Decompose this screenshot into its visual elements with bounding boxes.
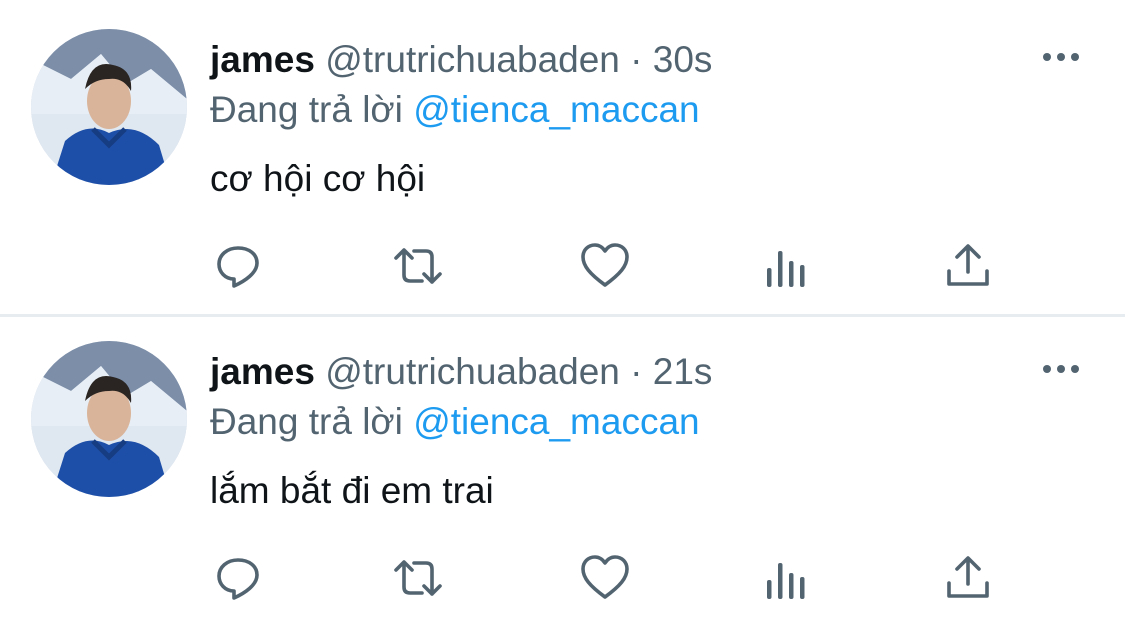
avatar[interactable]	[31, 341, 187, 497]
avatar[interactable]	[31, 29, 187, 185]
replying-to: Đang trả lời @tienca_maccan	[210, 400, 700, 444]
like-button[interactable]	[580, 241, 630, 291]
analytics-button[interactable]	[762, 241, 812, 291]
analytics-button[interactable]	[762, 553, 812, 603]
retweet-button[interactable]	[393, 241, 443, 291]
like-icon	[581, 243, 629, 287]
more-icon	[1043, 365, 1079, 373]
avatar-photo	[31, 341, 187, 497]
more-options-button[interactable]	[1040, 44, 1082, 70]
replying-to: Đang trả lời @tienca_maccan	[210, 88, 700, 132]
share-button[interactable]	[943, 241, 993, 291]
user-handle[interactable]: @trutrichuabaden	[325, 351, 620, 392]
avatar-photo	[31, 29, 187, 185]
tweet[interactable]: james @trutrichuabaden · 21s Đang trả lờ…	[0, 312, 1125, 624]
share-icon	[947, 556, 989, 598]
analytics-icon	[767, 251, 805, 287]
display-name[interactable]: james	[210, 351, 315, 392]
tweet-text: lắm bắt đi em trai	[210, 470, 494, 511]
mention-link[interactable]: @tienca_maccan	[413, 401, 699, 442]
retweet-icon	[394, 248, 442, 284]
reply-button[interactable]	[213, 553, 263, 603]
more-options-button[interactable]	[1040, 356, 1082, 382]
tweet-actions	[0, 553, 1125, 603]
reply-button[interactable]	[213, 241, 263, 291]
tweet-header: james @trutrichuabaden · 30s	[210, 38, 712, 82]
display-name[interactable]: james	[210, 39, 315, 80]
reply-icon	[217, 558, 259, 600]
tweet[interactable]: james @trutrichuabaden · 30s Đang trả lờ…	[0, 0, 1125, 312]
reply-icon	[217, 246, 259, 288]
like-icon	[581, 555, 629, 599]
retweet-icon	[394, 560, 442, 596]
analytics-icon	[767, 563, 805, 599]
timestamp[interactable]: 21s	[653, 351, 713, 392]
more-icon	[1043, 53, 1079, 61]
timestamp[interactable]: 30s	[653, 39, 713, 80]
tweet-actions	[0, 241, 1125, 291]
tweet-text: cơ hội cơ hội	[210, 158, 426, 199]
meta-separator: ·	[630, 39, 643, 80]
mention-link[interactable]: @tienca_maccan	[413, 89, 699, 130]
share-icon	[947, 244, 989, 286]
meta-separator: ·	[630, 351, 643, 392]
retweet-button[interactable]	[393, 553, 443, 603]
replying-to-label: Đang trả lời	[210, 401, 403, 442]
like-button[interactable]	[580, 553, 630, 603]
replying-to-label: Đang trả lời	[210, 89, 403, 130]
share-button[interactable]	[943, 553, 993, 603]
user-handle[interactable]: @trutrichuabaden	[325, 39, 620, 80]
tweet-header: james @trutrichuabaden · 21s	[210, 350, 712, 394]
